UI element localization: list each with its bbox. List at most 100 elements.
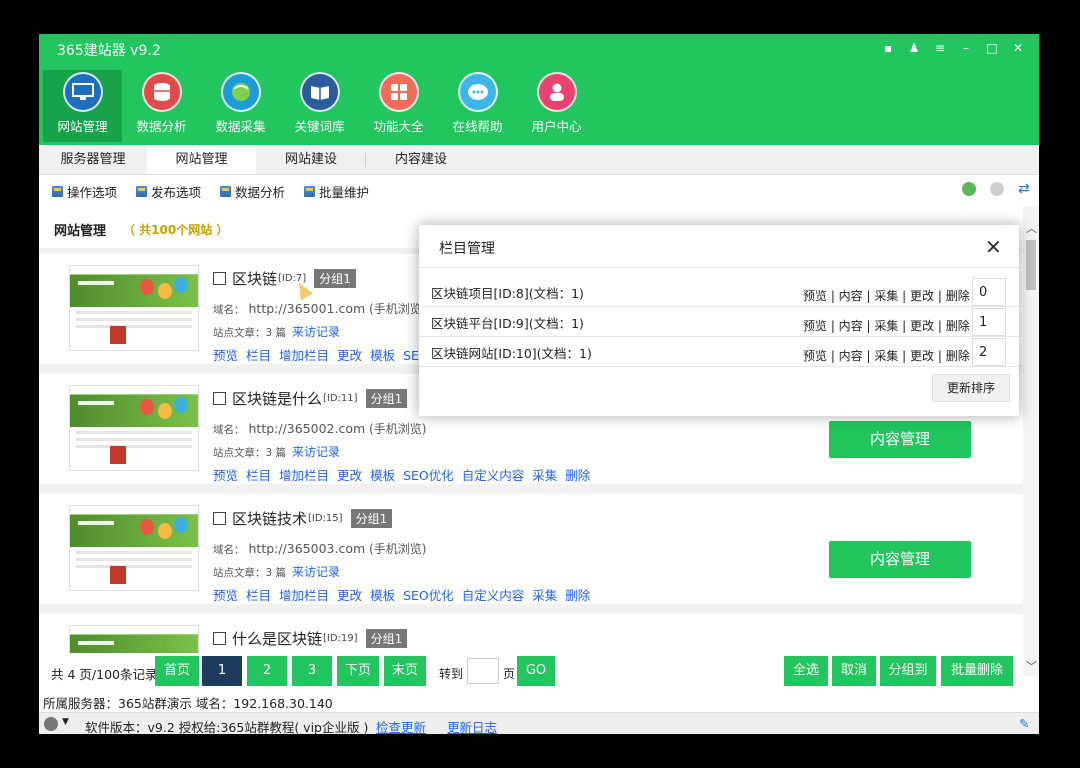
edit-link[interactable]: 更改: [337, 585, 362, 604]
scroll-up-icon[interactable]: ︿: [1026, 220, 1037, 236]
tab-site-management[interactable]: 网站管理: [147, 145, 256, 174]
toolbar-operation-options[interactable]: 操作选项: [52, 182, 117, 201]
site-thumbnail[interactable]: [69, 505, 199, 591]
content-management-button[interactable]: 内容管理: [829, 421, 971, 458]
grid-icon: [378, 72, 419, 112]
maximize-icon[interactable]: □: [979, 38, 1005, 58]
page-2-button[interactable]: 2: [247, 656, 287, 686]
page-3-button[interactable]: 3: [292, 656, 332, 686]
first-page-button[interactable]: 首页: [155, 656, 199, 686]
add-column-link[interactable]: 增加栏目: [279, 345, 329, 364]
edit-icon[interactable]: ✎: [1019, 716, 1029, 731]
visit-log-link[interactable]: 来访记录: [292, 565, 340, 579]
column-actions[interactable]: 预览 | 内容 | 采集 | 更改 | 删除: [803, 347, 970, 364]
goto-page-input[interactable]: [467, 658, 499, 684]
visit-log-link[interactable]: 来访记录: [292, 445, 340, 459]
update-log-link[interactable]: 更新日志: [447, 717, 497, 734]
site-checkbox[interactable]: [213, 392, 226, 405]
column-actions[interactable]: 预览 | 内容 | 采集 | 更改 | 删除: [803, 287, 970, 304]
pagination: 共 4 页/100条记录 首页 1 2 3 下页 末页 转到 页 GO 全选 取…: [39, 653, 1023, 691]
update-order-button[interactable]: 更新排序: [932, 374, 1010, 402]
page-1-button[interactable]: 1: [202, 656, 242, 686]
tab-content-building[interactable]: 内容建设: [366, 145, 476, 174]
delete-link[interactable]: 删除: [565, 465, 590, 484]
preview-link[interactable]: 预览: [213, 585, 238, 604]
last-page-button[interactable]: 末页: [384, 656, 426, 686]
refresh-icon[interactable]: ⇄: [1018, 182, 1032, 196]
site-checkbox[interactable]: [213, 632, 226, 645]
column-link[interactable]: 栏目: [246, 345, 271, 364]
toolbar-publish-options[interactable]: 发布选项: [136, 182, 201, 201]
select-all-button[interactable]: 全选: [784, 656, 828, 686]
collect-link[interactable]: 采集: [532, 465, 557, 484]
site-thumbnail[interactable]: [69, 265, 199, 351]
site-checkbox[interactable]: [213, 272, 226, 285]
site-thumbnail[interactable]: [69, 625, 199, 653]
site-name[interactable]: 区块链技术 [ID:15] 分组1: [213, 508, 393, 529]
order-input[interactable]: 2: [972, 338, 1006, 366]
nav-label: 网站管理: [57, 119, 108, 134]
nav-site-management[interactable]: 网站管理: [43, 70, 122, 142]
site-checkbox[interactable]: [213, 512, 226, 525]
minimize-icon[interactable]: –: [953, 38, 979, 58]
go-button[interactable]: GO: [517, 656, 555, 686]
preview-link[interactable]: 预览: [213, 345, 238, 364]
chevron-down-icon[interactable]: ▼: [62, 717, 69, 727]
group-to-button[interactable]: 分组到: [880, 656, 936, 686]
custom-content-link[interactable]: 自定义内容: [462, 465, 525, 484]
main-nav: 网站管理 数据分析 数据采集 关键词库 功能大全 在线帮助 用户中心: [43, 70, 596, 142]
column-name: 区块链网站[ID:10](文档：1): [431, 346, 592, 361]
seo-link[interactable]: SEO优化: [403, 585, 454, 604]
site-name[interactable]: 区块链是什么 [ID:11] 分组1: [213, 388, 408, 409]
add-column-link[interactable]: 增加栏目: [279, 465, 329, 484]
check-update-link[interactable]: 检查更新: [376, 717, 426, 734]
group-badge: 分组1: [365, 389, 408, 408]
settings-icon[interactable]: [44, 717, 58, 731]
site-name[interactable]: 什么是区块链 [ID:19] 分组1: [213, 628, 408, 649]
cancel-button[interactable]: 取消: [832, 656, 876, 686]
tab-site-building[interactable]: 网站建设: [256, 145, 366, 174]
status-bar: ▼ 软件版本：v9.2 授权给:365站群教程( vip企业版 ) 检查更新 更…: [39, 712, 1039, 734]
next-page-button[interactable]: 下页: [337, 656, 379, 686]
column-link[interactable]: 栏目: [246, 585, 271, 604]
delete-link[interactable]: 删除: [565, 585, 590, 604]
close-icon[interactable]: ✕: [1005, 38, 1031, 58]
visit-log-link[interactable]: 来访记录: [292, 325, 340, 339]
custom-content-link[interactable]: 自定义内容: [462, 585, 525, 604]
menu-icon[interactable]: ≡: [927, 38, 953, 58]
close-icon[interactable]: ✕: [985, 235, 1002, 259]
nav-features[interactable]: 功能大全: [359, 70, 438, 142]
preview-link[interactable]: 预览: [213, 465, 238, 484]
template-link[interactable]: 模板: [370, 465, 395, 484]
column-link[interactable]: 栏目: [246, 465, 271, 484]
order-input[interactable]: 0: [972, 278, 1006, 306]
order-input[interactable]: 1: [972, 308, 1006, 336]
site-name[interactable]: 区块链 [ID:7] 分组1: [213, 268, 356, 289]
nav-user-center[interactable]: 用户中心: [517, 70, 596, 142]
nav-data-collection[interactable]: 数据采集: [201, 70, 280, 142]
content-management-button[interactable]: 内容管理: [829, 541, 971, 578]
skin-icon[interactable]: ♟: [901, 38, 927, 58]
column-actions[interactable]: 预览 | 内容 | 采集 | 更改 | 删除: [803, 317, 970, 334]
toolbar-batch-maintain[interactable]: 批量维护: [304, 182, 369, 201]
vertical-scrollbar[interactable]: ︿ ﹀: [1023, 206, 1039, 676]
seo-link[interactable]: SEO优化: [403, 465, 454, 484]
toolbar-data-analysis[interactable]: 数据分析: [220, 182, 285, 201]
add-column-link[interactable]: 增加栏目: [279, 585, 329, 604]
template-link[interactable]: 模板: [370, 345, 395, 364]
nav-online-help[interactable]: 在线帮助: [438, 70, 517, 142]
batch-delete-button[interactable]: 批量删除: [941, 656, 1013, 686]
nav-keyword-library[interactable]: 关键词库: [280, 70, 359, 142]
forward-arrow-icon[interactable]: [990, 182, 1004, 196]
scroll-down-icon[interactable]: ﹀: [1026, 658, 1037, 674]
edit-link[interactable]: 更改: [337, 465, 362, 484]
tab-server-management[interactable]: 服务器管理: [39, 145, 147, 174]
site-thumbnail[interactable]: [69, 385, 199, 471]
back-arrow-icon[interactable]: [962, 182, 976, 196]
collect-link[interactable]: 采集: [532, 585, 557, 604]
edit-link[interactable]: 更改: [337, 345, 362, 364]
feedback-icon[interactable]: ▪: [875, 38, 901, 58]
scroll-thumb[interactable]: [1026, 240, 1036, 290]
template-link[interactable]: 模板: [370, 585, 395, 604]
nav-data-analysis[interactable]: 数据分析: [122, 70, 201, 142]
